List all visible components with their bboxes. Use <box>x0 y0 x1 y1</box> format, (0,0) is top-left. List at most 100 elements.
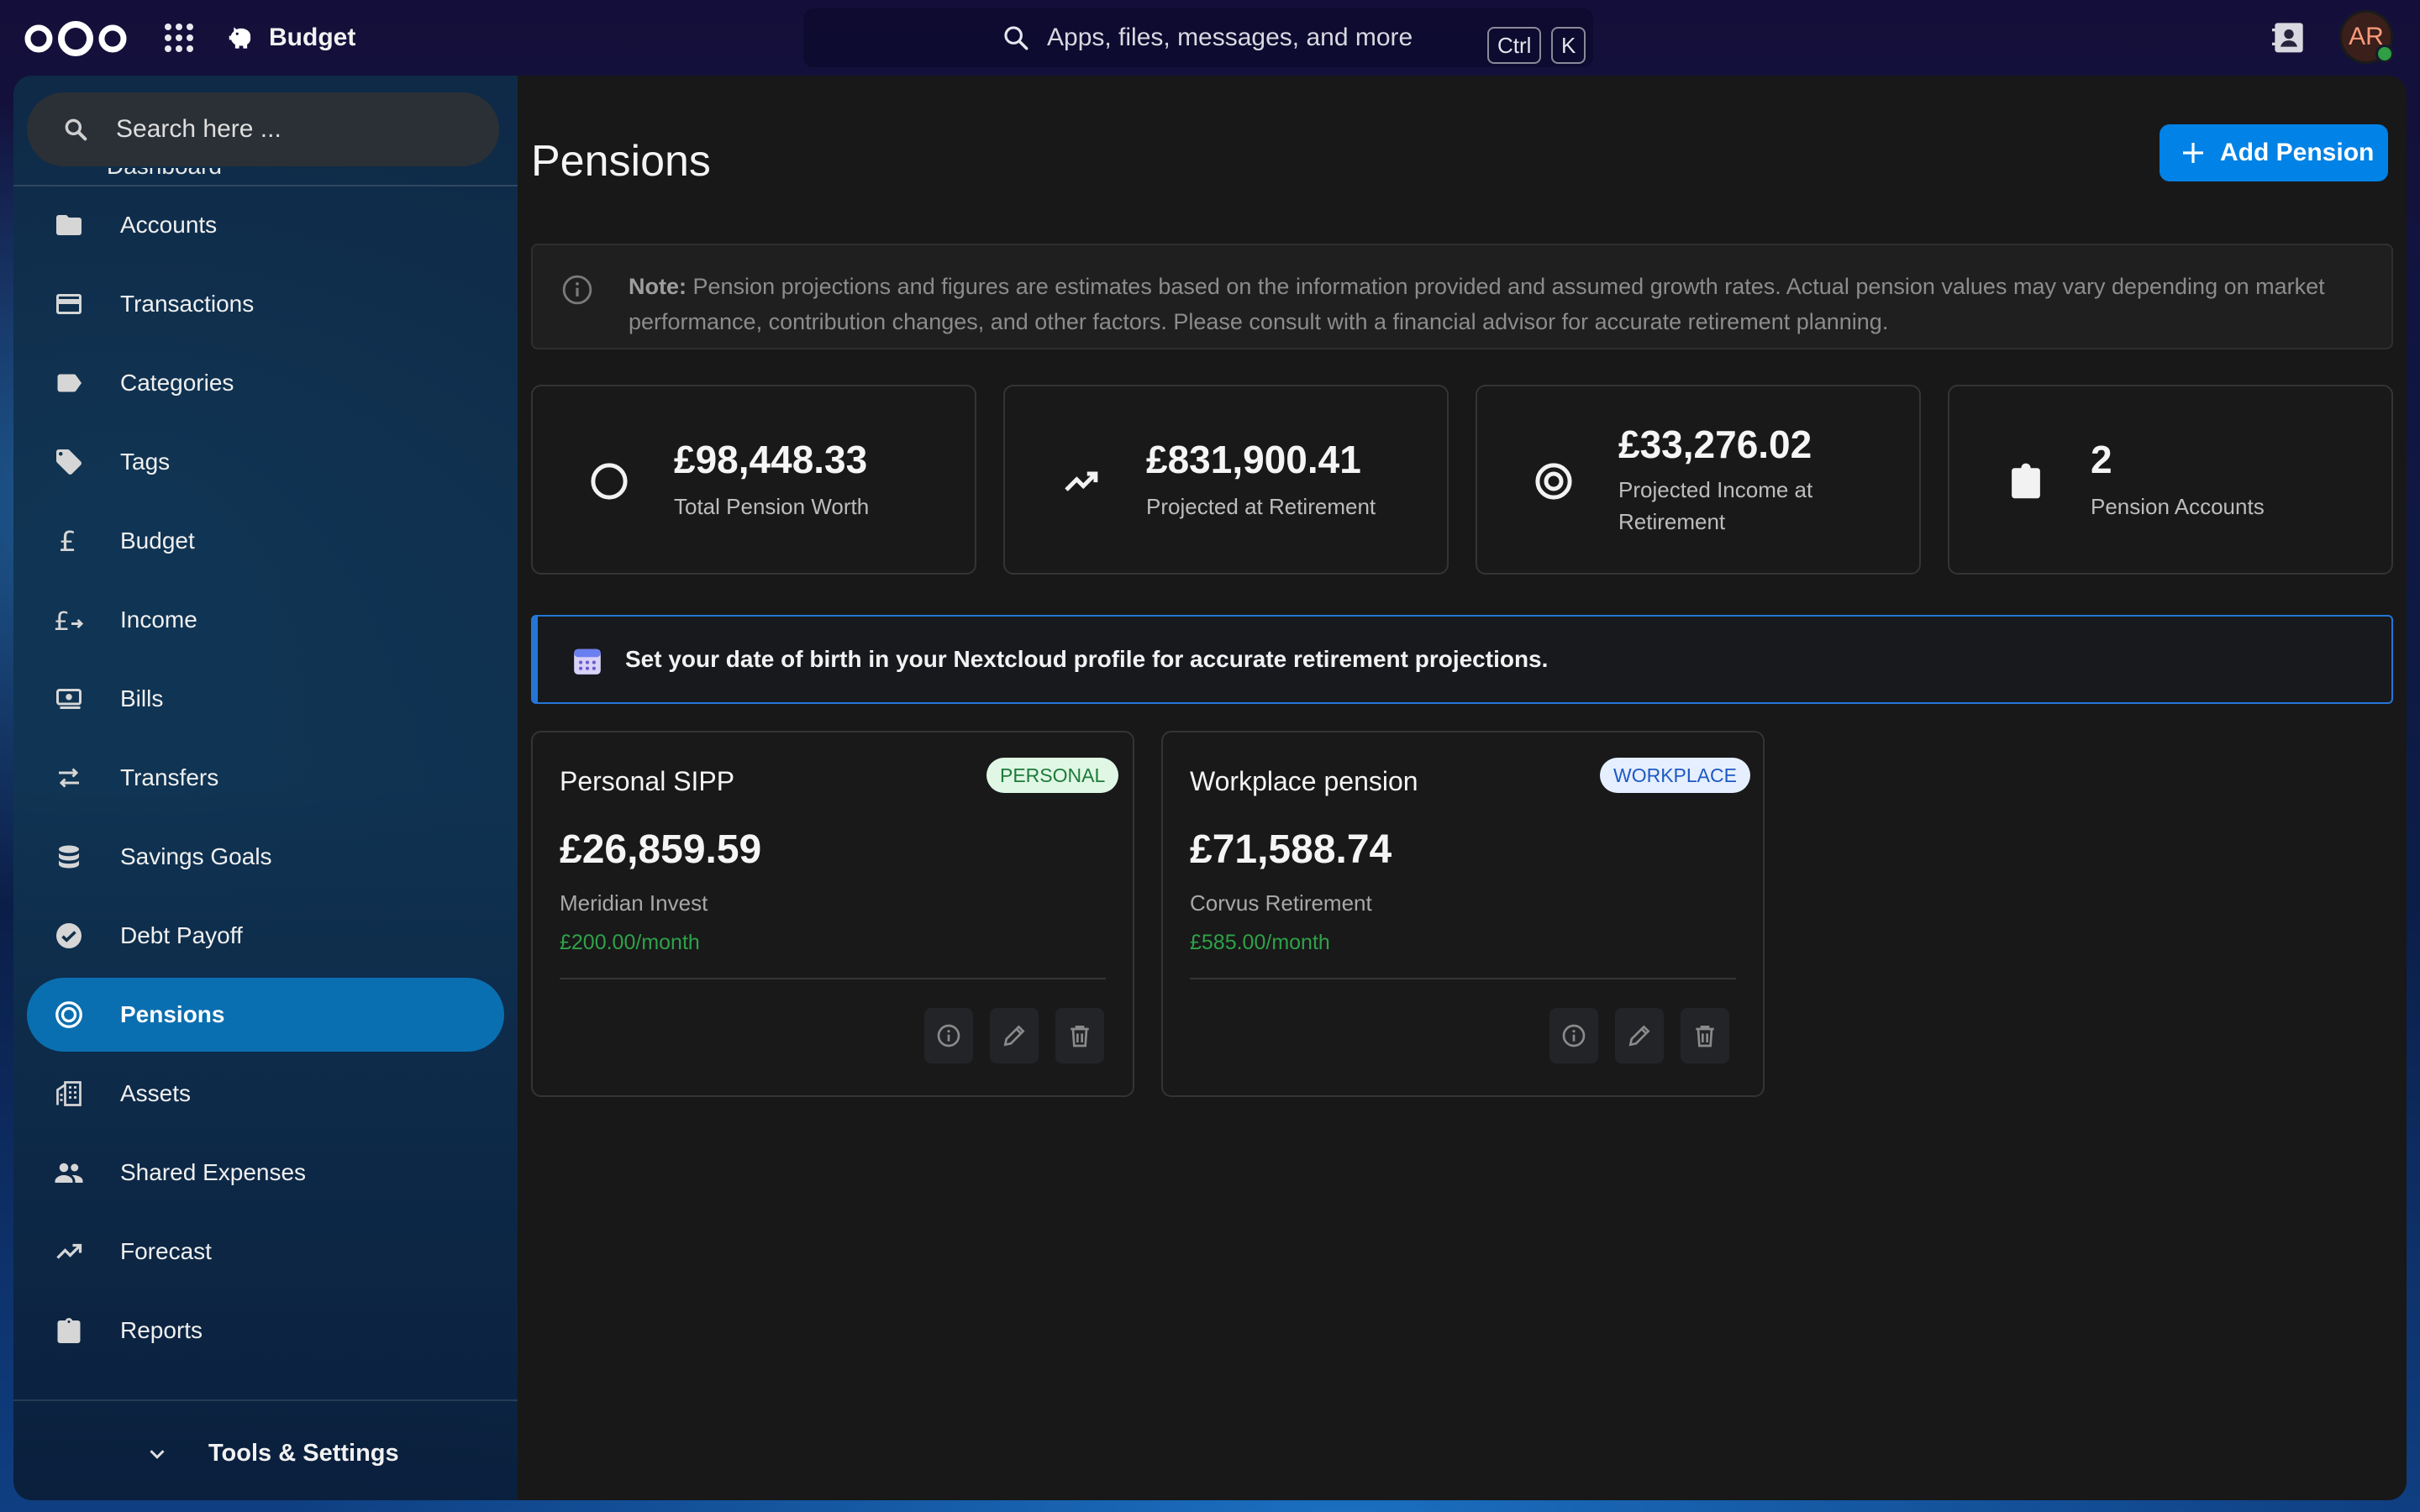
pension-card-personal-sipp[interactable]: Personal SIPP PERSONAL £26,859.59 Meridi… <box>531 731 1134 1097</box>
nav-item-shared-expenses[interactable]: Shared Expenses <box>27 1136 504 1210</box>
view-details-button[interactable] <box>1549 1008 1598 1063</box>
navigation-divider <box>13 185 518 186</box>
stat-value: 2 <box>2091 438 2112 481</box>
pencil-icon <box>1628 1025 1650 1047</box>
trash-icon <box>1071 1026 1089 1047</box>
stat-caption: Projected Income at Retirement <box>1618 477 1813 534</box>
dob-notice-text: Set your date of birth in your Nextcloud… <box>625 646 1549 672</box>
delete-button[interactable] <box>1055 1008 1104 1063</box>
note-text: Note: Pension projections and figures ar… <box>629 269 2360 339</box>
nextcloud-logo[interactable] <box>24 20 128 57</box>
nav-item-assets[interactable]: Assets <box>27 1057 504 1131</box>
nav-item-savings-goals[interactable]: Savings Goals <box>27 820 504 894</box>
pension-type-badge: PERSONAL <box>986 758 1119 793</box>
calendar-icon <box>574 648 601 675</box>
nav-item-label: Transactions <box>120 291 255 317</box>
main-content: Pensions Add Pension Note: Pension proje… <box>518 76 2407 1500</box>
nav-item-dashboard-partial[interactable]: Dashboard <box>107 168 222 185</box>
tag-icon <box>56 449 82 475</box>
nav-item-pensions[interactable]: Pensions <box>27 978 504 1052</box>
nav-item-label: Accounts <box>120 212 218 238</box>
nav-item-label: Debt Payoff <box>120 922 243 948</box>
delete-button[interactable] <box>1681 1008 1729 1063</box>
cash-icon <box>56 689 82 709</box>
trash-icon <box>1696 1026 1714 1047</box>
clipboard-icon <box>57 1318 81 1343</box>
nav-item-label: Shared Expenses <box>120 1159 307 1185</box>
nav-item-categories[interactable]: Categories <box>27 346 504 420</box>
people-icon <box>55 1163 83 1183</box>
stat-card-projected-income: £33,276.02 Projected Income at Retiremen… <box>1476 385 1921 575</box>
apps-menu-icon[interactable] <box>165 24 193 52</box>
trending-up-icon <box>56 1243 82 1259</box>
edit-button[interactable] <box>1615 1008 1664 1063</box>
shortcut-key-ctrl: Ctrl <box>1487 27 1542 64</box>
nav-item-transfers[interactable]: Transfers <box>27 741 504 815</box>
label-icon <box>57 374 82 392</box>
edit-button[interactable] <box>990 1008 1039 1063</box>
tools-settings-toggle[interactable]: Tools & Settings <box>13 1399 518 1500</box>
card-divider <box>1190 978 1736 979</box>
pension-card-workplace[interactable]: Workplace pension WORKPLACE £71,588.74 C… <box>1161 731 1765 1097</box>
navigation-list: Accounts Transactions Categories Tags £ … <box>27 188 518 1373</box>
stat-value: £33,276.02 <box>1618 423 1812 466</box>
contacts-icon[interactable] <box>2272 18 2306 55</box>
svg-text:£: £ <box>59 526 76 556</box>
credit-card-icon <box>56 294 82 314</box>
app-navigation: Search here ... Dashboard Accounts Trans… <box>13 76 518 1500</box>
check-circle-icon <box>56 923 82 948</box>
info-icon <box>562 275 592 305</box>
pension-amount: £71,588.74 <box>1190 827 1392 872</box>
nav-item-label: Assets <box>120 1080 192 1106</box>
view-details-button[interactable] <box>924 1008 973 1063</box>
nav-item-debt-payoff[interactable]: Debt Payoff <box>27 899 504 973</box>
nav-item-label: Reports <box>120 1317 203 1343</box>
shortcut-key-k: K <box>1551 27 1586 64</box>
chevron-down-icon <box>150 1450 165 1459</box>
add-pension-label: Add Pension <box>2220 139 2375 166</box>
nav-item-forecast[interactable]: Forecast <box>27 1215 504 1289</box>
pension-provider: Corvus Retirement <box>1190 890 1372 916</box>
clipboard-icon <box>2012 463 2040 499</box>
pound-plus-icon: £ <box>54 607 84 635</box>
nav-item-budget[interactable]: £ Budget <box>27 504 504 578</box>
unified-search-bar[interactable]: Apps, files, messages, and more Ctrl K <box>803 8 1593 67</box>
nav-item-reports[interactable]: Reports <box>27 1294 504 1368</box>
info-icon <box>937 1024 960 1047</box>
page-title: Pensions <box>531 137 711 186</box>
navigation-search-input[interactable]: Search here ... <box>27 92 499 166</box>
nav-item-label: Tags <box>120 449 171 475</box>
nav-item-tags[interactable]: Tags <box>27 425 504 499</box>
pension-provider: Meridian Invest <box>560 890 708 916</box>
pension-contribution: £200.00/month <box>560 931 700 954</box>
nav-item-income[interactable]: £ Income <box>27 583 504 657</box>
search-icon <box>65 118 87 141</box>
pension-amount: £26,859.59 <box>560 827 762 872</box>
nav-item-label: Bills <box>120 685 164 711</box>
navigation-search-placeholder: Search here ... <box>116 115 281 143</box>
add-pension-button[interactable]: Add Pension <box>2160 124 2388 181</box>
pension-type-badge: WORKPLACE <box>1600 758 1750 793</box>
nav-item-bills[interactable]: Bills <box>27 662 504 736</box>
date-of-birth-notice: Set your date of birth in your Nextcloud… <box>531 615 2393 704</box>
stat-value: £831,900.41 <box>1146 438 1361 481</box>
card-divider <box>560 978 1106 979</box>
nav-item-label: Income <box>120 606 197 633</box>
nav-item-label: Forecast <box>120 1238 212 1264</box>
circle-icon <box>591 463 628 500</box>
stat-value: £98,448.33 <box>674 438 868 481</box>
note-label: Note: <box>629 274 687 299</box>
app-name-link[interactable]: Budget <box>225 18 355 57</box>
svg-text:£: £ <box>54 607 70 635</box>
target-icon <box>1535 463 1572 500</box>
note-body: Pension projections and figures are esti… <box>629 274 2325 334</box>
target-icon <box>55 1001 82 1028</box>
user-avatar[interactable]: AR <box>2339 10 2394 64</box>
nav-item-transactions[interactable]: Transactions <box>27 267 504 341</box>
summary-stats: £98,448.33 Total Pension Worth £831,900.… <box>531 385 2393 575</box>
disclaimer-note: Note: Pension projections and figures ar… <box>531 244 2393 349</box>
nav-item-label: Savings Goals <box>120 843 272 869</box>
nav-item-accounts[interactable]: Accounts <box>27 188 504 262</box>
pension-name: Personal SIPP <box>560 766 735 796</box>
nav-item-label: Transfers <box>120 764 219 790</box>
